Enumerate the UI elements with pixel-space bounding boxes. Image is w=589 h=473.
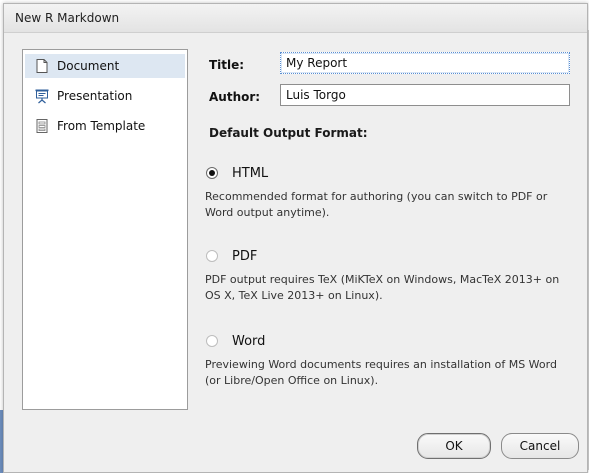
word-option-label[interactable]: Word <box>232 334 265 349</box>
html-radio[interactable] <box>206 167 218 179</box>
word-radio-row[interactable]: Word <box>197 330 577 352</box>
pdf-radio-row[interactable]: PDF <box>197 245 577 267</box>
author-label: Author: <box>209 90 261 104</box>
title-label: Title: <box>209 58 245 72</box>
output-option-word: Word Previewing Word documents requires … <box>197 330 577 389</box>
new-r-markdown-dialog: New R Markdown Document Presentation Fro… <box>3 3 588 473</box>
document-icon <box>34 58 50 74</box>
output-option-pdf: PDF PDF output requires TeX (MiKTeX on W… <box>197 245 577 304</box>
sidebar-item-label: Presentation <box>57 89 133 103</box>
word-radio[interactable] <box>206 335 218 347</box>
sidebar-item-label: From Template <box>57 119 146 133</box>
default-output-format-heading: Default Output Format: <box>209 126 368 140</box>
pdf-radio[interactable] <box>206 250 218 262</box>
dialog-title: New R Markdown <box>15 11 120 25</box>
sidebar-item-from-template[interactable]: From Template <box>23 114 187 138</box>
sidebar-item-document[interactable]: Document <box>25 54 185 78</box>
html-option-label[interactable]: HTML <box>232 166 268 181</box>
pdf-option-label[interactable]: PDF <box>232 249 257 264</box>
template-icon <box>34 118 50 134</box>
sidebar-item-label: Document <box>57 59 120 73</box>
html-radio-row[interactable]: HTML <box>197 162 577 184</box>
output-option-html: HTML Recommended format for authoring (y… <box>197 162 577 221</box>
document-type-list: Document Presentation From Template <box>22 49 188 410</box>
sidebar-item-presentation[interactable]: Presentation <box>23 84 187 108</box>
presentation-icon <box>34 88 50 104</box>
ok-button[interactable]: OK <box>417 433 491 459</box>
title-input[interactable] <box>280 52 570 74</box>
cancel-button[interactable]: Cancel <box>501 433 579 459</box>
dialog-titlebar: New R Markdown <box>4 4 587 33</box>
author-input[interactable] <box>280 84 570 106</box>
html-option-description: Recommended format for authoring (you ca… <box>205 190 548 219</box>
word-option-description: Previewing Word documents requires an in… <box>205 358 557 387</box>
pdf-option-description: PDF output requires TeX (MiKTeX on Windo… <box>205 273 560 302</box>
